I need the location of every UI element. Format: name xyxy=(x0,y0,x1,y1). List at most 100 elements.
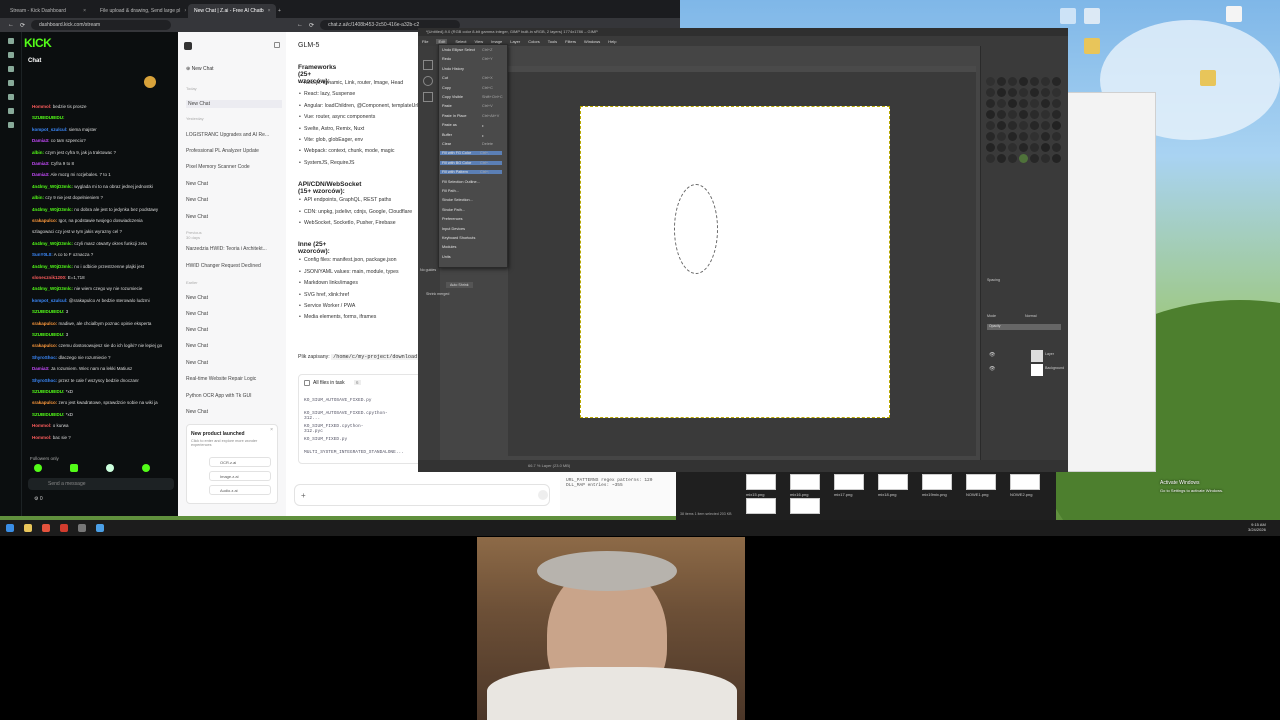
close-icon[interactable]: × xyxy=(268,8,271,14)
brush-preset[interactable] xyxy=(997,88,1006,97)
recycle-bin-icon[interactable] xyxy=(1226,6,1242,22)
chat-icon[interactable] xyxy=(7,80,14,86)
gimp-menu-colors[interactable]: Colors xyxy=(528,39,540,44)
chat-username[interactable]: 4n4lmy_W0jD3mlc: xyxy=(32,184,73,189)
opacity-slider[interactable]: Opacity xyxy=(987,324,1061,330)
chat-username[interactable]: 4n4lmy_W0jD3mlc: xyxy=(32,286,73,291)
chat-username[interactable]: albin: xyxy=(32,150,44,155)
image-thumbnail[interactable] xyxy=(790,474,820,490)
brush-preset[interactable] xyxy=(997,77,1006,86)
brush-preset[interactable] xyxy=(1019,154,1028,163)
edit-menu-item[interactable]: Fill with BG Color Ctrl+. xyxy=(440,160,502,165)
thumbnail-label[interactable]: NOWE1.png xyxy=(966,492,988,497)
brush-preset[interactable] xyxy=(997,154,1006,163)
file-item[interactable]: KO_SIUM_FIXED.py xyxy=(304,437,347,442)
thumbnail-label[interactable]: NOWE2.png xyxy=(1010,492,1032,497)
brush-preset[interactable] xyxy=(1008,143,1017,152)
chat-username[interactable]: Damia3: xyxy=(32,161,50,166)
desktop-icon[interactable] xyxy=(1084,8,1100,24)
promo-option-audio[interactable]: Audio.z.ai xyxy=(209,485,271,495)
edit-menu-item[interactable]: Paste as ▸ xyxy=(442,123,484,128)
layer-thumbnail[interactable] xyxy=(1031,350,1043,362)
history-item[interactable]: Real-time Website Repair Logic xyxy=(186,376,282,382)
gimp-menu-tools[interactable]: Tools xyxy=(548,39,557,44)
chat-username[interactable]: 4n4lmy_W0jD3mlc: xyxy=(32,207,73,212)
brush-preset[interactable] xyxy=(1019,132,1028,141)
chat-username[interactable]: Damia3: xyxy=(32,172,50,177)
users-icon[interactable] xyxy=(7,108,14,114)
brush-preset[interactable] xyxy=(1030,110,1039,119)
brush-preset[interactable] xyxy=(1019,99,1028,108)
image-thumbnail[interactable] xyxy=(746,474,776,490)
menu-icon[interactable] xyxy=(7,38,14,44)
brush-preset[interactable] xyxy=(1030,143,1039,152)
brush-preset[interactable] xyxy=(986,88,995,97)
image-thumbnail[interactable] xyxy=(834,474,864,490)
gimp-menu-layer[interactable]: Layer xyxy=(510,39,520,44)
desktop-icon[interactable] xyxy=(1060,8,1076,24)
chat-username[interactable]: 4n4lmy_W0jD3mlc: xyxy=(32,264,73,269)
chrome-icon[interactable] xyxy=(60,524,68,532)
history-item[interactable]: New Chat xyxy=(186,100,282,108)
image-thumbnail[interactable] xyxy=(966,474,996,490)
brush-preset[interactable] xyxy=(986,143,995,152)
brush-preset[interactable] xyxy=(1052,132,1061,141)
tools-icon[interactable] xyxy=(7,122,14,128)
chat-username[interactable]: srakapulco: xyxy=(32,321,57,326)
brush-preset[interactable] xyxy=(1052,99,1061,108)
gimp-canvas[interactable] xyxy=(580,106,890,418)
chat-username[interactable]: kompot_szulcul: xyxy=(32,127,68,132)
emote-icon[interactable] xyxy=(106,464,114,472)
layer-thumbnail[interactable] xyxy=(1031,364,1043,376)
brush-preset[interactable] xyxy=(1008,121,1017,130)
history-item[interactable]: Pixel Memory Scanner Code xyxy=(186,164,282,170)
settings-icon[interactable] xyxy=(7,94,14,100)
ellipse-selection[interactable] xyxy=(674,184,718,274)
start-icon[interactable] xyxy=(6,524,14,532)
promo-card[interactable]: New product launched Click to enter and … xyxy=(186,424,278,504)
history-item[interactable]: LOGISTRANC Upgrades and AI Re... xyxy=(186,132,282,138)
promo-option-image[interactable]: Image.z.ai xyxy=(209,471,271,481)
brush-preset[interactable] xyxy=(1019,110,1028,119)
edit-menu-item[interactable]: Keyboard Shortcuts xyxy=(442,236,475,240)
edit-menu-item[interactable]: Units xyxy=(442,255,451,259)
edit-menu-item[interactable]: Fill Path... xyxy=(442,189,459,193)
edit-menu-item[interactable]: Copy Ctrl+C xyxy=(442,86,493,90)
gimp-menu-file[interactable]: File xyxy=(422,39,428,44)
brave-icon[interactable] xyxy=(42,524,50,532)
brush-preset[interactable] xyxy=(986,154,995,163)
chat-username[interactable]: slonecznik1200: xyxy=(32,275,67,280)
chat-username[interactable]: SZUBIDUBIDU: xyxy=(32,332,65,337)
brush-preset[interactable] xyxy=(1052,110,1061,119)
chat-username[interactable]: srakapulco: xyxy=(32,218,57,223)
brush-preset[interactable] xyxy=(1019,121,1028,130)
tab-file-upload[interactable]: File upload & drawing, Send large pl × xyxy=(94,4,186,18)
brush-preset[interactable] xyxy=(1052,143,1061,152)
gimp-menu-filters[interactable]: Filters xyxy=(565,39,576,44)
avatar[interactable] xyxy=(144,76,156,88)
brush-preset[interactable] xyxy=(1030,77,1039,86)
edit-menu-item[interactable]: Stroke Selection... xyxy=(442,198,473,202)
eye-icon[interactable]: 👁 xyxy=(989,366,995,372)
mode-select[interactable]: Normal xyxy=(1025,314,1037,318)
brushes-panel[interactable] xyxy=(985,76,1065,164)
brush-preset[interactable] xyxy=(1052,121,1061,130)
edit-menu-item[interactable]: Input Devices xyxy=(442,227,465,231)
history-item[interactable]: Python OCR App with Tk GUI xyxy=(186,393,282,399)
history-item[interactable]: New Chat xyxy=(186,295,282,301)
chat-username[interactable]: Hommol: xyxy=(32,104,52,109)
edit-menu-item[interactable]: Undo Ellipse Select Ctrl+Z xyxy=(442,48,492,52)
gimp-icon[interactable] xyxy=(78,524,86,532)
gimp-menu-image[interactable]: Image xyxy=(491,39,502,44)
close-icon[interactable]: × xyxy=(270,427,273,433)
brush-preset[interactable] xyxy=(1019,77,1028,86)
image-thumbnail[interactable] xyxy=(790,498,820,514)
thumbnail-label[interactable]: mix18.png xyxy=(878,492,896,497)
brush-preset[interactable] xyxy=(1041,99,1050,108)
promo-option-ocr[interactable]: OCR.z.ai xyxy=(209,457,271,467)
brush-preset[interactable] xyxy=(1008,132,1017,141)
explorer-icon[interactable] xyxy=(24,524,32,532)
new-chat-button[interactable]: ⊕ New Chat xyxy=(186,66,214,72)
file-item[interactable]: MULTI_SYSTEM_INTEGRATED_STANDALONE... xyxy=(304,450,404,455)
tab-zai-chat[interactable]: New Chat | Z.ai - Free AI Chatb × xyxy=(188,4,276,18)
